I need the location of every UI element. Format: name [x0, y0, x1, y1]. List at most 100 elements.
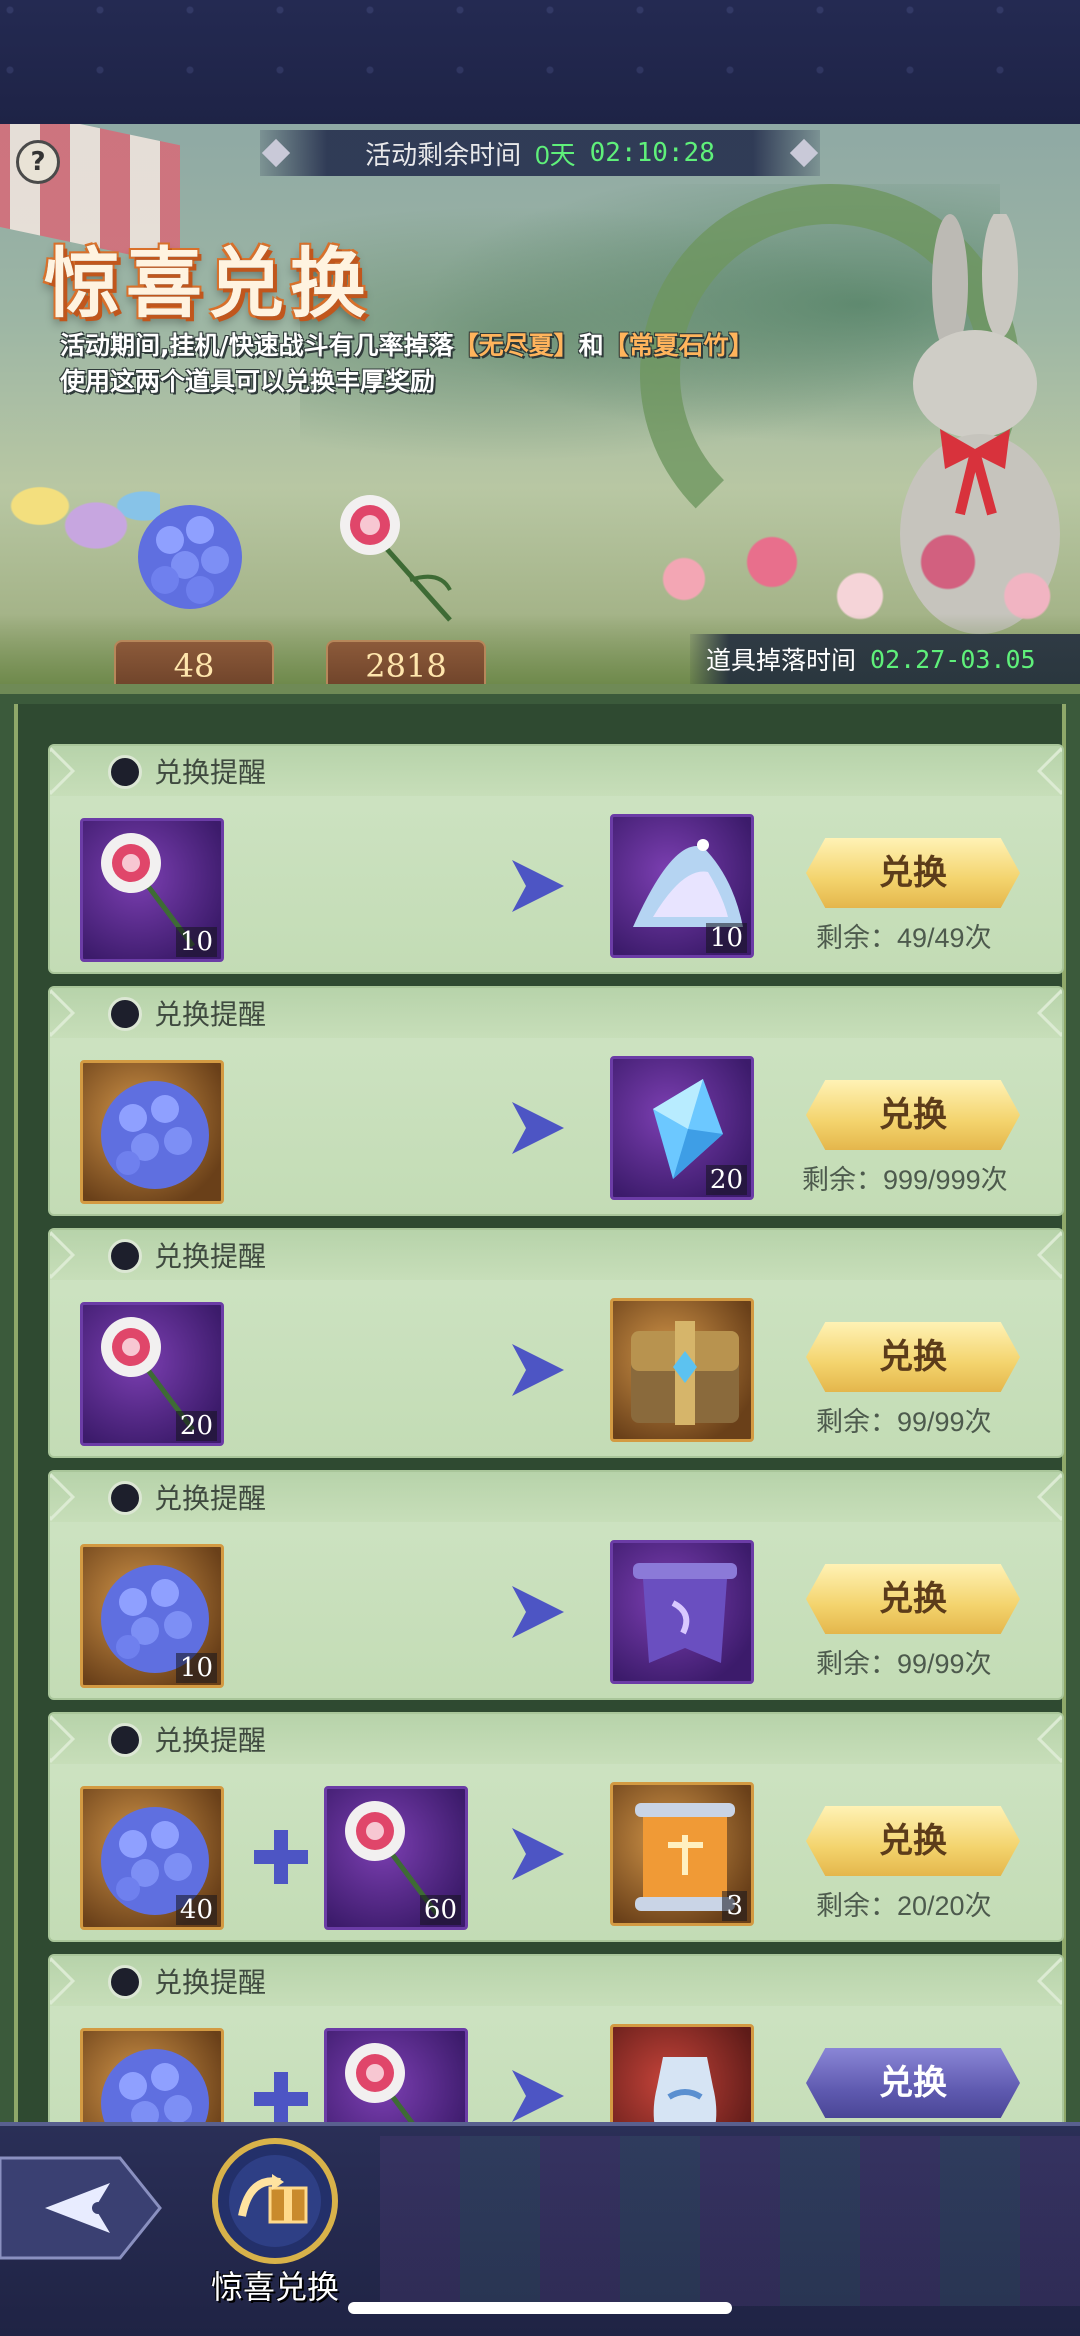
reward-item-dust[interactable]: 10: [610, 814, 754, 958]
reminder-toggle[interactable]: [108, 1239, 142, 1273]
treasure-chest-icon: [631, 1321, 739, 1425]
timer-left-ornament: [261, 138, 291, 168]
reward-item-chest[interactable]: [610, 1298, 754, 1442]
remaining-count: 剩余：49/49次: [816, 923, 992, 953]
arrow-right-icon: [512, 1344, 564, 1396]
desc-text-2: 使用这两个道具可以兑换丰厚奖励: [60, 367, 436, 396]
home-indicator[interactable]: [348, 2302, 732, 2314]
arrow-right-icon: [512, 1586, 564, 1638]
surprise-exchange-tab-icon[interactable]: [210, 2136, 340, 2266]
desc-item-2: 【常夏石竹】: [603, 331, 754, 360]
help-button[interactable]: ?: [16, 140, 60, 184]
remaining-count: 剩余：20/20次: [816, 1891, 992, 1921]
card-header: 兑换提醒: [50, 1714, 1062, 1764]
card-title: 兑换提醒: [154, 998, 267, 1031]
item-count: 20: [175, 1411, 217, 1441]
card-header: 兑换提醒: [50, 1472, 1062, 1522]
item-count: 40: [175, 1895, 217, 1925]
reward-item-crystal[interactable]: 20: [610, 1056, 754, 1200]
exchange-list-panel: 兑换提醒 10 10 兑换 剩余：49/49次 兑换提醒 20 兑换 剩余：99…: [0, 684, 1080, 2184]
card-title: 兑换提醒: [154, 1724, 267, 1757]
top-decor: [0, 0, 1080, 124]
cost-item-hydrangea[interactable]: 40: [80, 1786, 224, 1930]
item-count: 10: [175, 1653, 217, 1683]
stained-glass-decor: [380, 2136, 1080, 2306]
card-header: 兑换提醒: [50, 746, 1062, 796]
card-ornament: [1036, 988, 1062, 1038]
item-count: 3: [722, 1891, 747, 1921]
timer-clock: 02:10:28: [589, 138, 715, 168]
exchange-button[interactable]: 兑换: [806, 1564, 1020, 1634]
card-title: 兑换提醒: [154, 1966, 267, 1999]
card-ornament: [50, 1956, 76, 2006]
top-pattern: [0, 0, 1080, 124]
exchange-button[interactable]: 兑换: [806, 1080, 1020, 1150]
item-count: 10: [705, 923, 747, 953]
item-count: 60: [419, 1895, 461, 1925]
event-timer: 活动剩余时间 0天 02:10:28: [260, 130, 820, 176]
exchange-button[interactable]: 兑换: [806, 1806, 1020, 1876]
desc-and: 和: [578, 331, 604, 360]
card-ornament: [50, 746, 76, 796]
timer-right-ornament: [789, 138, 819, 168]
cost-item-carnation[interactable]: 20: [80, 1302, 224, 1446]
arrow-right-icon: [512, 2070, 564, 2122]
reminder-toggle[interactable]: [108, 755, 142, 789]
hydrangea-icon: [101, 1081, 209, 1189]
remaining-count: 剩余：999/999次: [802, 1165, 1008, 1195]
plus-icon: [254, 2072, 308, 2126]
timer-days: 0天: [535, 139, 576, 170]
card-ornament: [50, 1472, 76, 1522]
card-ornament: [50, 1230, 76, 1280]
cost-item-hydrangea[interactable]: [80, 1060, 224, 1204]
exchange-card: 兑换提醒 20 兑换 剩余：999/999次: [48, 986, 1064, 1216]
card-ornament: [50, 1714, 76, 1764]
arrow-right-icon: [512, 1102, 564, 1154]
exchange-card: 兑换提醒 40 60 3 兑换 剩余：20/20次: [48, 1712, 1064, 1942]
back-arrow-icon[interactable]: [0, 2138, 170, 2278]
exchange-list[interactable]: 兑换提醒 10 10 兑换 剩余：49/49次 兑换提醒 20 兑换 剩余：99…: [14, 704, 1066, 2184]
exchange-card: 兑换提醒 10 兑换 剩余：99/99次: [48, 1470, 1064, 1700]
item-count: 20: [705, 1165, 747, 1195]
plus-icon: [254, 1830, 308, 1884]
card-header: 兑换提醒: [50, 988, 1062, 1038]
carnation-token-icon: [340, 495, 452, 622]
reminder-toggle[interactable]: [108, 1965, 142, 1999]
reward-item-banner[interactable]: [610, 1540, 754, 1684]
card-ornament: [1036, 746, 1062, 796]
cost-item-hydrangea[interactable]: 10: [80, 1544, 224, 1688]
desc-text-1: 活动期间,挂机/快速战斗有几率掉落: [60, 331, 454, 360]
remaining-count: 剩余：99/99次: [816, 1407, 992, 1437]
remaining-count: 剩余：99/99次: [816, 1649, 992, 1679]
card-title: 兑换提醒: [154, 1240, 267, 1273]
reward-item-scroll[interactable]: 3: [610, 1782, 754, 1926]
page-title: 惊喜兑换: [44, 239, 372, 328]
cost-item-carnation[interactable]: 10: [80, 818, 224, 962]
exchange-card: 兑换提醒 20 兑换 剩余：99/99次: [48, 1228, 1064, 1458]
reminder-toggle[interactable]: [108, 1723, 142, 1757]
card-title: 兑换提醒: [154, 1482, 267, 1515]
tab-label: 惊喜兑换: [210, 2268, 339, 2306]
item-count: 10: [175, 927, 217, 957]
arrow-right-icon: [512, 860, 564, 912]
drop-time-label: 道具掉落时间: [706, 646, 857, 675]
reminder-toggle[interactable]: [108, 997, 142, 1031]
exchange-button[interactable]: 兑换: [806, 2048, 1020, 2118]
card-header: 兑换提醒: [50, 1956, 1062, 2006]
card-ornament: [1036, 1230, 1062, 1280]
card-header: 兑换提醒: [50, 1230, 1062, 1280]
drop-time: 道具掉落时间 02.27-03.05: [690, 634, 1080, 684]
hydrangea-token-icon: [138, 505, 242, 609]
scroll-banner-icon: [633, 1563, 737, 1663]
card-ornament: [50, 988, 76, 1038]
card-ornament: [1036, 1714, 1062, 1764]
card-title: 兑换提醒: [154, 756, 267, 789]
desc-item-1: 【无尽夏】: [453, 331, 579, 360]
exchange-card: 兑换提醒 10 10 兑换 剩余：49/49次: [48, 744, 1064, 974]
exchange-button[interactable]: 兑换: [806, 1322, 1020, 1392]
drop-time-value: 02.27-03.05: [870, 644, 1036, 674]
exchange-button[interactable]: 兑换: [806, 838, 1020, 908]
cost-item-carnation[interactable]: 60: [324, 1786, 468, 1930]
reminder-toggle[interactable]: [108, 1481, 142, 1515]
arrow-right-icon: [512, 1828, 564, 1880]
